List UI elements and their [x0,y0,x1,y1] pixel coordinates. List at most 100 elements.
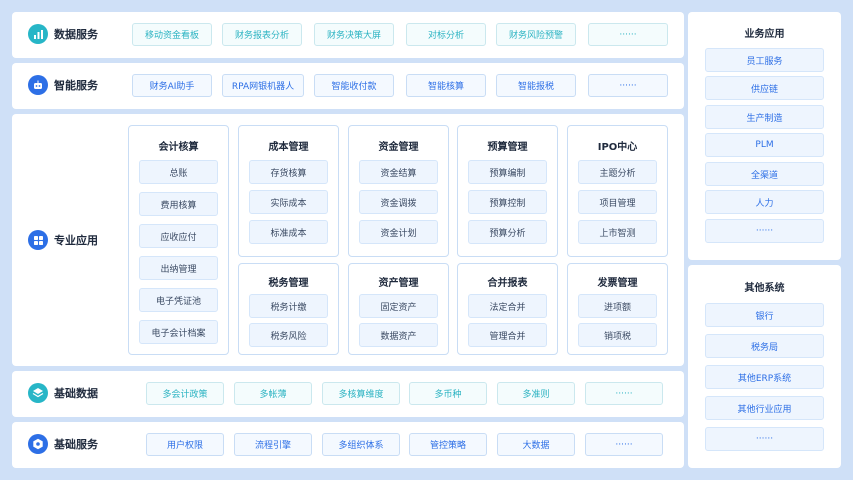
data-services-panel: 数据服务 移动资金看板 财务报表分析 财务决策大屏 对标分析 财务风险预警 ··… [12,12,684,58]
module-chip[interactable]: 固定资产 [359,294,438,318]
smart-service-more-chip[interactable]: ······ [588,74,668,97]
data-services-label: 数据服务 [54,28,98,41]
module-chip[interactable]: 进项额 [578,294,657,318]
module-chip[interactable]: 出纳管理 [139,256,218,280]
other-systems-title: 其他系统 [744,283,785,294]
module-chip[interactable]: 主题分析 [578,160,657,184]
other-systems-panel: 其他系统 银行 税务局 其他ERP系统 其他行业应用 ······ [688,265,841,468]
base-data-chip[interactable]: 多会计政策 [146,382,224,405]
base-service-chip[interactable]: 多组织体系 [322,433,400,456]
business-app-chip[interactable]: 供应链 [705,76,824,100]
bar-chart-icon [28,24,48,44]
base-data-chip[interactable]: 多核算维度 [322,382,400,405]
module-chip[interactable]: 预算分析 [468,220,547,244]
group-title: 预算管理 [487,142,528,153]
business-app-chip[interactable]: 生产制造 [705,105,824,129]
smart-service-chip[interactable]: 智能核算 [406,74,486,97]
module-chip[interactable]: 上市智测 [578,220,657,244]
base-data-chip[interactable]: 多帐薄 [234,382,312,405]
module-chip[interactable]: 资金计划 [359,220,438,244]
other-system-chip[interactable]: 银行 [705,303,824,327]
data-service-more-chip[interactable]: ······ [588,23,668,46]
group-budget: 预算管理 预算编制 预算控制 预算分析 [457,125,558,257]
module-chip[interactable]: 电子会计档案 [139,320,218,344]
group-treasury: 资金管理 资金结算 资金调拨 资金计划 [348,125,449,257]
module-chip[interactable]: 总账 [139,160,218,184]
smart-services-title: 智能服务 [28,75,98,95]
module-chip[interactable]: 数据资产 [359,323,438,347]
grid-icon [28,230,48,250]
module-chip[interactable]: 销项税 [578,323,657,347]
business-app-chip[interactable]: PLM [705,133,824,157]
module-chip[interactable]: 实际成本 [249,190,328,214]
module-chip[interactable]: 预算编制 [468,160,547,184]
group-title: IPO中心 [597,142,638,153]
business-app-chip[interactable]: 全渠道 [705,162,824,186]
module-chip[interactable]: 存货核算 [249,160,328,184]
module-chip[interactable]: 电子凭证池 [139,288,218,312]
group-title: 合并报表 [487,278,528,289]
data-service-chip[interactable]: 财务决策大屏 [314,23,394,46]
business-app-chip[interactable]: 员工服务 [705,48,824,72]
module-chip[interactable]: 标准成本 [249,220,328,244]
group-title: 资金管理 [378,142,419,153]
business-app-chip[interactable]: 人力 [705,190,824,214]
base-data-panel: 基础数据 多会计政策 多帐薄 多核算维度 多币种 多准则 ······ [12,371,684,417]
group-assets: 资产管理 固定资产 数据资产 [348,263,449,355]
data-services-title: 数据服务 [28,24,98,44]
other-system-chip[interactable]: 税务局 [705,334,824,358]
module-chip[interactable]: 税务计缴 [249,294,328,318]
business-app-more-chip[interactable]: ······ [705,219,824,243]
business-apps-title: 业务应用 [744,29,785,40]
module-chip[interactable]: 项目管理 [578,190,657,214]
smart-service-chip[interactable]: 财务AI助手 [132,74,212,97]
group-consolidation: 合并报表 法定合并 管理合并 [457,263,558,355]
robot-icon [28,75,48,95]
module-chip[interactable]: 管理合并 [468,323,547,347]
group-accounting: 会计核算 总账 费用核算 应收应付 出纳管理 电子凭证池 电子会计档案 [128,125,229,355]
base-service-chip[interactable]: 流程引擎 [234,433,312,456]
base-service-chip[interactable]: 用户权限 [146,433,224,456]
group-title: 会计核算 [158,142,199,153]
other-system-chip[interactable]: 其他行业应用 [705,396,824,420]
base-service-more-chip[interactable]: ······ [585,433,663,456]
module-chip[interactable]: 应收应付 [139,224,218,248]
smart-service-chip[interactable]: 智能收付款 [314,74,394,97]
professional-apps-title: 专业应用 [28,230,98,250]
smart-service-chip[interactable]: 智能报税 [496,74,576,97]
base-data-chip[interactable]: 多币种 [409,382,487,405]
base-service-chip[interactable]: 管控策略 [409,433,487,456]
professional-apps-panel: 专业应用 会计核算 总账 费用核算 应收应付 出纳管理 电子凭证池 电子会计档案… [12,114,684,366]
group-cost: 成本管理 存货核算 实际成本 标准成本 [238,125,339,257]
module-chip[interactable]: 税务风险 [249,323,328,347]
module-chip[interactable]: 预算控制 [468,190,547,214]
other-system-more-chip[interactable]: ······ [705,427,824,451]
module-chip[interactable]: 法定合并 [468,294,547,318]
data-service-chip[interactable]: 移动资金看板 [132,23,212,46]
base-data-title: 基础数据 [28,383,98,403]
smart-services-panel: 智能服务 财务AI助手 RPA网银机器人 智能收付款 智能核算 智能报税 ···… [12,63,684,109]
group-invoice: 发票管理 进项额 销项税 [567,263,668,355]
base-service-chip[interactable]: 大数据 [497,433,575,456]
layers-icon [28,383,48,403]
other-system-chip[interactable]: 其他ERP系统 [705,365,824,389]
module-chip[interactable]: 费用核算 [139,192,218,216]
base-data-chip[interactable]: 多准则 [497,382,575,405]
group-title: 资产管理 [378,278,419,289]
module-chip[interactable]: 资金调拨 [359,190,438,214]
hexagon-gear-icon [28,434,48,454]
data-service-chip[interactable]: 财务报表分析 [222,23,302,46]
business-apps-panel: 业务应用 员工服务 供应链 生产制造 PLM 全渠道 人力 ······ [688,12,841,260]
group-tax: 税务管理 税务计缴 税务风险 [238,263,339,355]
base-services-title: 基础服务 [28,434,98,454]
base-services-label: 基础服务 [54,438,98,451]
module-chip[interactable]: 资金结算 [359,160,438,184]
smart-services-label: 智能服务 [54,79,98,92]
data-service-chip[interactable]: 财务风险预警 [496,23,576,46]
smart-service-chip[interactable]: RPA网银机器人 [222,74,304,97]
base-data-more-chip[interactable]: ······ [585,382,663,405]
data-service-chip[interactable]: 对标分析 [406,23,486,46]
group-title: 税务管理 [268,278,309,289]
group-title: 成本管理 [268,142,309,153]
base-data-label: 基础数据 [54,387,98,400]
